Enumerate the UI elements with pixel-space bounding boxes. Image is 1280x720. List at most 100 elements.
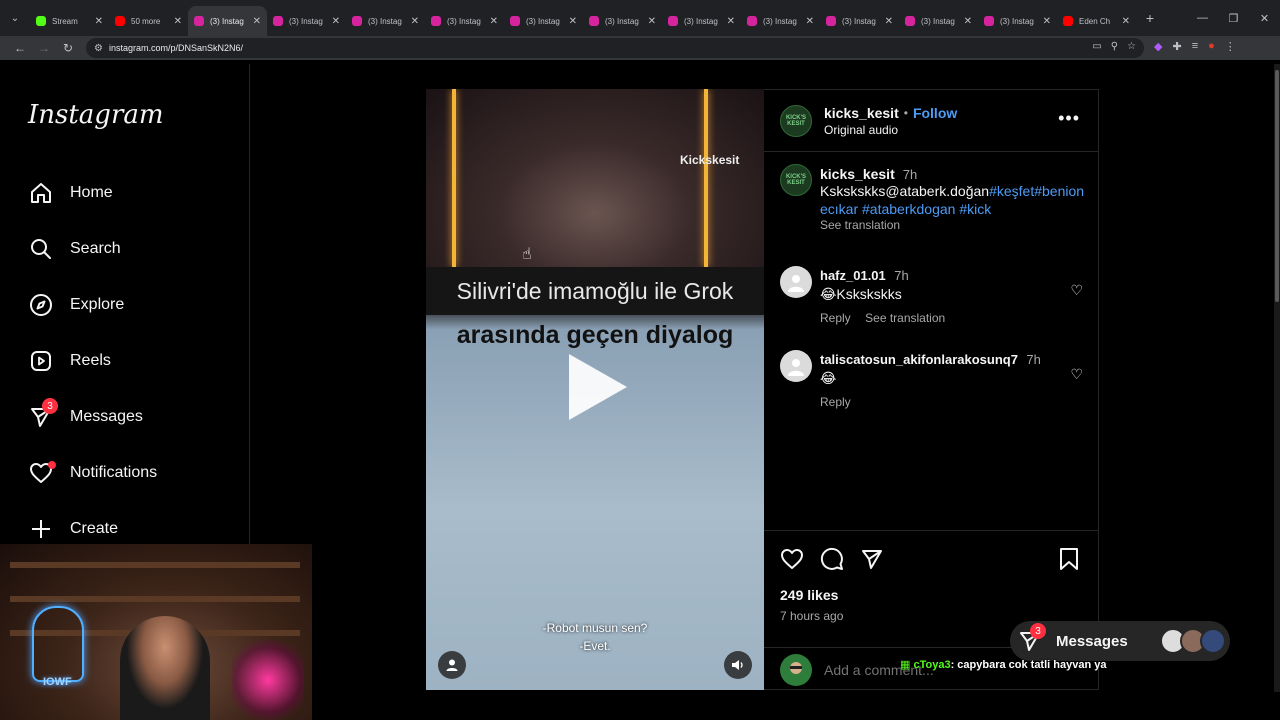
- post-panel: KICK'S KESIT kicks_kesit • Follow Origin…: [764, 89, 1099, 690]
- mouse-cursor-hand-icon: ☝: [522, 246, 532, 263]
- browser-tab[interactable]: (3) Instag ✕: [425, 6, 504, 36]
- new-tab-button[interactable]: +: [1136, 10, 1164, 26]
- sidebar-item-label: Notifications: [70, 464, 158, 481]
- extensions-puzzle-icon[interactable]: ✚: [1172, 40, 1181, 53]
- close-window-icon[interactable]: ✕: [1249, 0, 1280, 36]
- caption-body: Kskskskks@ataberk.doğan: [820, 183, 990, 199]
- zoom-icon[interactable]: ⚲: [1111, 41, 1118, 52]
- instagram-logo[interactable]: Instagram: [28, 100, 164, 130]
- restore-icon[interactable]: ❐: [1218, 0, 1249, 36]
- commenter-avatar[interactable]: [780, 266, 812, 298]
- media-control-icon[interactable]: ≡: [1192, 40, 1198, 53]
- tagged-user-icon[interactable]: [438, 651, 466, 679]
- browser-tab[interactable]: (3) Instag ✕: [583, 6, 662, 36]
- reload-icon[interactable]: ↻: [56, 36, 80, 60]
- back-icon[interactable]: ←: [8, 36, 32, 60]
- tab-close-icon[interactable]: ✕: [490, 16, 498, 27]
- sidebar-item-notifications[interactable]: Notifications: [28, 458, 157, 488]
- tab-title: (3) Instag: [842, 16, 876, 26]
- browser-tab[interactable]: (3) Instag ✕: [741, 6, 820, 36]
- neon-sign-label: IOWF: [43, 676, 72, 688]
- comment-like-heart-icon[interactable]: ♡: [1070, 366, 1083, 383]
- likes-count[interactable]: 249 likes: [780, 587, 838, 603]
- sidebar-item-create[interactable]: Create: [28, 514, 118, 544]
- tab-close-icon[interactable]: ✕: [727, 16, 735, 27]
- caption-hashtags[interactable]: ecıkar #ataberkdogan #kick: [820, 201, 991, 217]
- minimize-icon[interactable]: —: [1187, 0, 1218, 36]
- comment-username[interactable]: taliscatosun_akifonlarakosunq7: [820, 352, 1018, 367]
- site-info-icon[interactable]: ⚙: [94, 43, 103, 54]
- video-caption-main: arasında geçen diyalog: [456, 321, 734, 349]
- author-username[interactable]: kicks_kesit: [824, 105, 899, 121]
- see-translation-link[interactable]: See translation: [820, 218, 1085, 232]
- streamer-webcam: IOWF: [0, 544, 312, 720]
- tab-close-icon[interactable]: ✕: [1043, 16, 1051, 27]
- reply-link[interactable]: Reply: [820, 311, 851, 325]
- sidebar-item-search[interactable]: Search: [28, 234, 121, 264]
- browser-tab[interactable]: 50 more ✕: [109, 6, 188, 36]
- chat-badge-icon: ▦: [900, 659, 911, 671]
- tab-list-chevron-icon[interactable]: ⌄: [0, 0, 30, 36]
- tab-close-icon[interactable]: ✕: [174, 16, 182, 27]
- browser-menu-icon[interactable]: ⋮: [1225, 40, 1236, 53]
- comment-username[interactable]: hafz_01.01: [820, 268, 886, 283]
- tab-close-icon[interactable]: ✕: [885, 16, 893, 27]
- save-bookmark-icon[interactable]: [1058, 547, 1080, 577]
- tab-close-icon[interactable]: ✕: [806, 16, 814, 27]
- tab-close-icon[interactable]: ✕: [332, 16, 340, 27]
- like-heart-icon[interactable]: [780, 547, 804, 577]
- share-icon[interactable]: [860, 547, 884, 577]
- bookmark-star-icon[interactable]: ☆: [1127, 41, 1136, 52]
- play-icon[interactable]: [569, 354, 627, 420]
- forward-icon[interactable]: →: [32, 36, 56, 60]
- browser-tab[interactable]: (3) Instag ✕: [504, 6, 583, 36]
- messages-pill[interactable]: 3 Messages: [1010, 621, 1230, 661]
- tab-close-icon[interactable]: ✕: [95, 16, 103, 27]
- tab-close-icon[interactable]: ✕: [411, 16, 419, 27]
- video-lamp: [704, 89, 708, 267]
- tab-favicon-icon: [194, 16, 204, 26]
- browser-tab[interactable]: (3) Instag ✕: [978, 6, 1057, 36]
- comment-bubble-icon[interactable]: [820, 547, 844, 577]
- volume-icon[interactable]: [724, 651, 752, 679]
- sidebar-item-explore[interactable]: Explore: [28, 290, 124, 320]
- browser-tab[interactable]: (3) Instag ✕: [662, 6, 741, 36]
- sidebar-item-home[interactable]: Home: [28, 178, 113, 208]
- tab-favicon-icon: [747, 16, 757, 26]
- reel-video[interactable]: Kickskesit Silivri'de imamoğlu ile Grok …: [426, 89, 764, 690]
- search-icon: [28, 236, 54, 262]
- address-bar[interactable]: ⚙ instagram.com/p/DNSanSkN2N6/ ▭ ⚲ ☆: [86, 38, 1144, 58]
- browser-tab[interactable]: (3) Instag ✕: [899, 6, 978, 36]
- tab-close-icon[interactable]: ✕: [1122, 16, 1130, 27]
- author-avatar[interactable]: KICK'S KESIT: [780, 164, 812, 196]
- tab-close-icon[interactable]: ✕: [253, 16, 261, 27]
- page-scrollbar[interactable]: [1274, 64, 1280, 692]
- current-user-avatar: [780, 654, 812, 686]
- tab-close-icon[interactable]: ✕: [569, 16, 577, 27]
- tab-title: (3) Instag: [605, 16, 639, 26]
- browser-tab[interactable]: (3) Instag ✕: [346, 6, 425, 36]
- browser-tab[interactable]: Stream ✕: [30, 6, 109, 36]
- browser-tab[interactable]: (3) Instag ✕: [188, 6, 267, 36]
- commenter-avatar[interactable]: [780, 350, 812, 382]
- author-avatar[interactable]: KICK'S KESIT: [780, 105, 812, 137]
- profile-avatar-icon[interactable]: ●: [1208, 40, 1215, 53]
- comment-like-heart-icon[interactable]: ♡: [1070, 282, 1083, 299]
- sidebar-item-messages[interactable]: 3 Messages: [28, 398, 143, 432]
- sidebar-item-reels[interactable]: Reels: [28, 346, 111, 376]
- install-app-icon[interactable]: ▭: [1092, 41, 1101, 52]
- caption-hashtags[interactable]: #keşfet#benion: [989, 183, 1084, 199]
- follow-button[interactable]: Follow: [913, 105, 957, 121]
- tab-close-icon[interactable]: ✕: [648, 16, 656, 27]
- see-translation-link[interactable]: See translation: [865, 311, 945, 325]
- browser-tab[interactable]: (3) Instag ✕: [820, 6, 899, 36]
- browser-tab[interactable]: Eden Ch ✕: [1057, 6, 1136, 36]
- more-options-icon[interactable]: •••: [1058, 108, 1080, 129]
- original-audio-link[interactable]: Original audio: [824, 123, 898, 137]
- scrollbar-thumb[interactable]: [1275, 70, 1279, 302]
- browser-tab[interactable]: (3) Instag ✕: [267, 6, 346, 36]
- reply-link[interactable]: Reply: [820, 395, 851, 409]
- tab-close-icon[interactable]: ✕: [964, 16, 972, 27]
- extension-icon[interactable]: ◆: [1154, 40, 1162, 53]
- caption-username[interactable]: kicks_kesit: [820, 166, 895, 182]
